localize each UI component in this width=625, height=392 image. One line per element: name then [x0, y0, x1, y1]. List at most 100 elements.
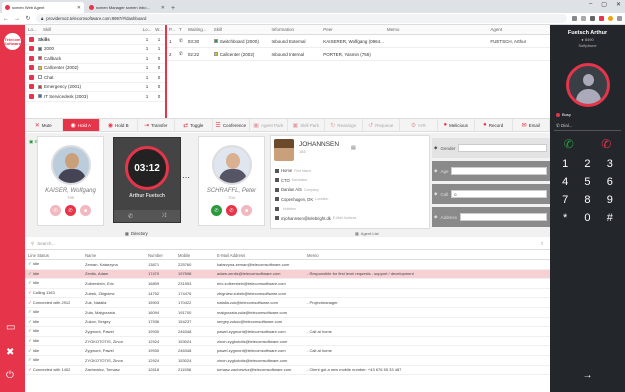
contact-mobile[interactable]: 225760	[175, 262, 214, 267]
directory-row[interactable]: ✓Idle Zygmont, Pawel 19930 246348 pawel.zygm…	[25, 327, 550, 337]
col-header[interactable]: E-Mail Address	[214, 253, 304, 258]
maximize-icon[interactable]: ▢	[601, 1, 607, 8]
browser-tab-web-agent[interactable]: sxmen Web Agent ✕	[2, 2, 84, 13]
forward-icon[interactable]: →	[14, 16, 20, 22]
keypad-key[interactable]: 2	[576, 157, 598, 171]
directory-row[interactable]: ✓Idle Zula, Malgorzata 16094 191700 malgorza…	[25, 308, 550, 318]
reload-icon[interactable]: ↻	[25, 15, 31, 22]
tools-icon[interactable]: ✖	[6, 347, 14, 358]
transfer-button[interactable]: ⇥ Transfer	[138, 119, 175, 131]
contact-mobile[interactable]: 170422	[175, 300, 214, 305]
melicious-button[interactable]: ● Melicious	[438, 119, 475, 131]
contact-number[interactable]: 17470	[145, 271, 175, 276]
contact-mobile[interactable]: 231953	[175, 281, 214, 286]
hangup-icon[interactable]: ✆	[601, 137, 611, 151]
col-header[interactable]: Number	[145, 253, 175, 258]
phone-icon[interactable]: ✆	[50, 205, 61, 216]
col-header[interactable]: Memo	[304, 253, 550, 258]
keypad-key[interactable]: 3	[599, 157, 621, 171]
contact-number[interactable]: 12924	[145, 358, 175, 363]
contact-email[interactable]: pawel.zygmont@telecomsoftware.com	[214, 348, 304, 353]
call-row[interactable]: 2 ✆ 02:22 Callcenter (2002) Inbound Internal…	[167, 48, 550, 61]
keypad-key[interactable]: 4	[554, 175, 576, 189]
col-header[interactable]: Lo...	[141, 27, 153, 32]
skill-row[interactable]: Emergency (2001) 1 0	[25, 83, 165, 92]
toggle-button[interactable]: ⇄ Toggle	[175, 119, 213, 131]
directory-row[interactable]: ✓Idle ZYGKOTOTIS, Zinon 12924 153024 zinon.z…	[25, 356, 550, 366]
held-call-card[interactable]: KAISER, Wolfgang 799 ✆ ✆ ■	[37, 136, 104, 226]
record-button[interactable]: ● Record	[475, 119, 513, 131]
contact-email[interactable]: pawel.zygmont@telecomsoftware.com	[214, 329, 304, 334]
checkbox[interactable]	[29, 93, 34, 99]
contact-mobile[interactable]: 153024	[175, 339, 214, 344]
export-icon[interactable]: ⇪	[540, 241, 544, 247]
arrow-right-icon[interactable]: →	[550, 370, 625, 381]
checkbox[interactable]	[29, 65, 34, 71]
close-tab-icon[interactable]: ✕	[77, 5, 81, 11]
hold-a-button[interactable]: ◉ Hold A	[62, 119, 100, 131]
contact-email[interactable]: natalia.zuk@telecomsoftware.com	[214, 300, 304, 305]
conference-button[interactable]: ☰ Conference	[213, 119, 250, 131]
extension-icon[interactable]	[599, 16, 604, 21]
profile-icon[interactable]	[608, 16, 613, 21]
contact-number[interactable]: 13871	[145, 262, 175, 267]
skill-row[interactable]: 2000 1 1	[25, 45, 165, 54]
agent-park-button[interactable]: ▣ Agent Park	[250, 119, 288, 131]
contact-number[interactable]: 17936	[145, 319, 175, 324]
skill-row[interactable]: Skills 1 1	[25, 35, 165, 45]
col-header[interactable]: Waiting...	[186, 27, 212, 32]
skill-row[interactable]: IT Servicedesk (2003) 1 0	[25, 92, 165, 102]
directory-search[interactable]: ⚲ Search... ⇪	[25, 238, 550, 250]
directory-row[interactable]: ✓Calling 1163 Zubek, Zbigniew 14752 174476 z…	[25, 289, 550, 299]
contact-email[interactable]: eric.zolberstein@telecomsoftware.com	[214, 281, 304, 286]
call-row[interactable]: 1 ✆ 03:30 Switchboard (2000) Inbound Externa…	[167, 35, 550, 48]
checkbox[interactable]	[29, 74, 34, 80]
contact-email[interactable]: tomasz.zachewicz@telecomsoftware.com	[214, 367, 304, 372]
contact-mobile[interactable]: 154237	[175, 319, 214, 324]
chat-icon[interactable]: ▭	[6, 322, 15, 333]
close-window-icon[interactable]: ✕	[616, 1, 621, 8]
hangup-button[interactable]: ✆	[226, 205, 237, 216]
directory-row[interactable]: ✓Idle Zukov, Sergey 17936 154237 sergey.zuko…	[25, 318, 550, 328]
keypad-key[interactable]: 0	[576, 211, 598, 225]
active-call-card[interactable]: 03:12 Arthur Fuetsch ✆ ⤨	[113, 137, 181, 223]
mute-button[interactable]: ✕ Mute	[25, 119, 63, 131]
col-header[interactable]: P...	[167, 27, 177, 32]
contact-mobile[interactable]: 197598	[175, 271, 214, 276]
keypad-key[interactable]: #	[599, 211, 621, 225]
form-input-gender[interactable]	[458, 144, 547, 152]
directory-tab[interactable]: ▦ Directory	[125, 229, 161, 237]
contact-number[interactable]: 16094	[145, 310, 175, 315]
checkbox[interactable]	[29, 55, 34, 61]
agent-list-tab[interactable]: ▦ Agent List	[355, 229, 395, 237]
contact-email[interactable]: zbigniew.zubek@telecomsoftware.com	[214, 291, 304, 296]
requeue-button[interactable]: ↺ Requeue	[363, 119, 400, 131]
search-input[interactable]: Search...	[37, 241, 55, 246]
checkbox[interactable]	[29, 36, 34, 42]
contact-email[interactable]: zinon.zygkototis@telecomsoftware.com	[214, 358, 304, 363]
contact-mobile[interactable]: 153024	[175, 358, 214, 363]
form-input-address[interactable]	[459, 213, 547, 221]
form-input-call[interactable]: 0	[451, 190, 547, 198]
new-tab-icon[interactable]: +	[171, 5, 175, 12]
skill-park-button[interactable]: ▣ Skill Park	[288, 119, 325, 131]
extension-icon[interactable]	[572, 16, 577, 21]
directory-row[interactable]: ✓Idle Zolberstein, Eric 16809 231953 eric.zo…	[25, 279, 550, 289]
contact-number[interactable]: 14752	[145, 291, 175, 296]
col-header[interactable]: T	[177, 27, 186, 32]
keypad-key[interactable]: 7	[554, 193, 576, 207]
directory-row[interactable]: ✓Idle Zygmont, Pawel 19930 246348 pawel.zygm…	[25, 346, 550, 356]
hangup-button[interactable]: ✆	[65, 205, 76, 216]
keypad-key[interactable]: 8	[576, 193, 598, 207]
contact-mobile[interactable]: 174476	[175, 291, 214, 296]
directory-row[interactable]: ✓Idle ZYGKOTOTIS, Zinon 12924 153024 zinon.z…	[25, 337, 550, 347]
menu-icon[interactable]	[617, 16, 622, 21]
minimize-icon[interactable]: –	[589, 1, 592, 8]
directory-row[interactable]: ✓Idle Zentis, Adam 17470 197598 adam.zentis@…	[25, 269, 550, 280]
skill-row[interactable]: Chat 1 0	[25, 73, 165, 83]
col-header[interactable]: Lo...	[25, 27, 43, 32]
keypad-key[interactable]: 1	[554, 157, 576, 171]
skill-row[interactable]: Callback 1 0	[25, 54, 165, 64]
more-icon[interactable]: ⋯	[182, 173, 190, 182]
col-header[interactable]: Information	[270, 27, 322, 32]
